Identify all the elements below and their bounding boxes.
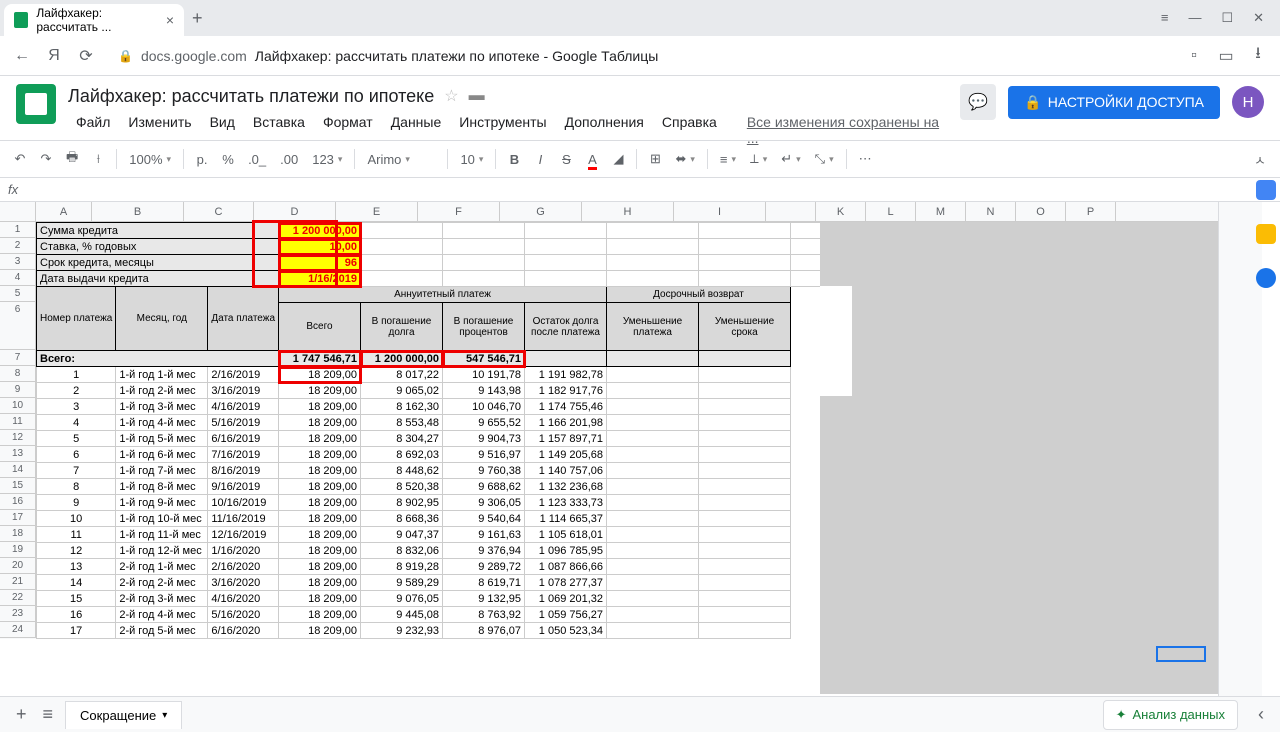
format-select[interactable]: 123: [306, 150, 348, 169]
percent-button[interactable]: %: [216, 148, 240, 171]
formula-bar[interactable]: fx: [0, 178, 1280, 202]
sheet-tabs-bar: + ≡ Сокращение ▾ ✦ Анализ данных ‹: [0, 696, 1280, 732]
close-window-icon[interactable]: ✕: [1253, 10, 1264, 26]
italic-button[interactable]: I: [528, 148, 552, 171]
redo-button[interactable]: ↷: [34, 147, 58, 171]
tab-title: Лайфхакер: рассчитать ...: [36, 6, 165, 34]
side-panel: [1256, 180, 1276, 288]
user-avatar[interactable]: Н: [1232, 86, 1264, 118]
merge-button[interactable]: ⬌: [669, 149, 700, 169]
print-button[interactable]: 🖶: [60, 144, 84, 174]
row-headers[interactable]: 123456789101112131415161718192021222324: [0, 222, 36, 639]
sheet-tab[interactable]: Сокращение ▾: [65, 701, 182, 729]
menu-bar: Файл Изменить Вид Вставка Формат Данные …: [68, 112, 960, 148]
calendar-icon[interactable]: [1256, 180, 1276, 200]
doc-header: Лайфхакер: рассчитать платежи по ипотеке…: [0, 76, 1280, 140]
font-select[interactable]: Arimo: [361, 150, 441, 169]
currency-button[interactable]: р.: [190, 148, 214, 171]
browser-tab-bar: Лайфхакер: рассчитать ... × + ≡ — ☐ ✕: [0, 0, 1280, 36]
wrap-button[interactable]: ↵: [775, 149, 806, 169]
url-input[interactable]: 🔒 docs.google.com Лайфхакер: рассчитать …: [108, 48, 1172, 64]
battery-icon[interactable]: ▭: [1216, 46, 1236, 66]
share-button[interactable]: 🔒 НАСТРОЙКИ ДОСТУПА: [1008, 86, 1220, 119]
menu-insert[interactable]: Вставка: [245, 112, 313, 148]
maximize-icon[interactable]: ☐: [1221, 10, 1233, 26]
more-button[interactable]: ⋯: [853, 147, 878, 171]
spreadsheet-area: ABCDEFGHIKLMNOP 123456789101112131415161…: [0, 202, 1280, 696]
valign-button[interactable]: ⟂: [744, 149, 773, 169]
new-tab-button[interactable]: +: [192, 8, 203, 29]
side-panel-toggle[interactable]: ‹: [1254, 704, 1268, 725]
explore-icon: ✦: [1116, 707, 1127, 723]
add-sheet-button[interactable]: +: [12, 704, 31, 725]
back-icon[interactable]: ←: [12, 47, 32, 65]
folder-icon[interactable]: ▬: [469, 87, 485, 105]
menu-help[interactable]: Справка: [654, 112, 725, 148]
strike-button[interactable]: S: [554, 148, 578, 171]
menu-edit[interactable]: Изменить: [120, 112, 199, 148]
increase-decimal-button[interactable]: .00: [274, 148, 304, 171]
tasks-icon[interactable]: [1256, 268, 1276, 288]
bold-button[interactable]: B: [502, 148, 526, 171]
menu-file[interactable]: Файл: [68, 112, 118, 148]
extensions-icon[interactable]: ▫: [1184, 47, 1204, 65]
cells-grid[interactable]: Сумма кредита1 200 000,00Ставка, % годов…: [36, 222, 1141, 639]
undo-button[interactable]: ↶: [8, 147, 32, 171]
halign-button[interactable]: ≡: [714, 150, 742, 169]
reload-icon[interactable]: ⟳: [76, 46, 96, 66]
font-size-select[interactable]: 10: [454, 150, 489, 169]
lock-icon: 🔒: [1024, 94, 1041, 111]
save-status[interactable]: Все изменения сохранены на ...: [739, 112, 960, 148]
sheets-favicon: [14, 12, 28, 28]
borders-button[interactable]: ⊞: [643, 147, 667, 171]
collapse-toolbar-icon[interactable]: ㅅ: [1248, 146, 1272, 173]
menu-icon[interactable]: ≡: [1161, 10, 1169, 26]
all-sheets-button[interactable]: ≡: [39, 704, 58, 725]
decrease-decimal-button[interactable]: .0_: [242, 148, 272, 171]
menu-tools[interactable]: Инструменты: [451, 112, 554, 148]
doc-title[interactable]: Лайфхакер: рассчитать платежи по ипотеке: [68, 86, 434, 107]
downloads-icon[interactable]: ⭳: [1248, 42, 1268, 69]
sheets-logo[interactable]: [16, 84, 56, 124]
close-tab-icon[interactable]: ×: [166, 12, 174, 28]
browser-tab[interactable]: Лайфхакер: рассчитать ... ×: [4, 4, 184, 36]
text-color-button[interactable]: A: [580, 148, 604, 171]
column-headers[interactable]: ABCDEFGHIKLMNOP: [0, 202, 1218, 222]
address-bar: ← Я ⟳ 🔒 docs.google.com Лайфхакер: рассч…: [0, 36, 1280, 76]
minimize-icon[interactable]: —: [1188, 10, 1201, 26]
rotate-button[interactable]: ⤡: [809, 149, 840, 169]
comments-button[interactable]: 💬: [960, 84, 996, 120]
menu-data[interactable]: Данные: [383, 112, 450, 148]
zoom-select[interactable]: 100%: [123, 150, 177, 169]
star-icon[interactable]: ☆: [444, 86, 458, 106]
menu-format[interactable]: Формат: [315, 112, 381, 148]
lock-icon: 🔒: [118, 49, 133, 63]
fill-color-button[interactable]: ◢: [606, 147, 630, 171]
menu-addons[interactable]: Дополнения: [557, 112, 652, 148]
yandex-icon[interactable]: Я: [44, 47, 64, 65]
keep-icon[interactable]: [1256, 224, 1276, 244]
paint-format-button[interactable]: ⟊: [86, 147, 110, 171]
analyze-data-button[interactable]: ✦ Анализ данных: [1103, 700, 1238, 730]
menu-view[interactable]: Вид: [202, 112, 243, 148]
fx-icon: fx: [8, 182, 38, 197]
chevron-down-icon[interactable]: ▾: [162, 710, 167, 721]
